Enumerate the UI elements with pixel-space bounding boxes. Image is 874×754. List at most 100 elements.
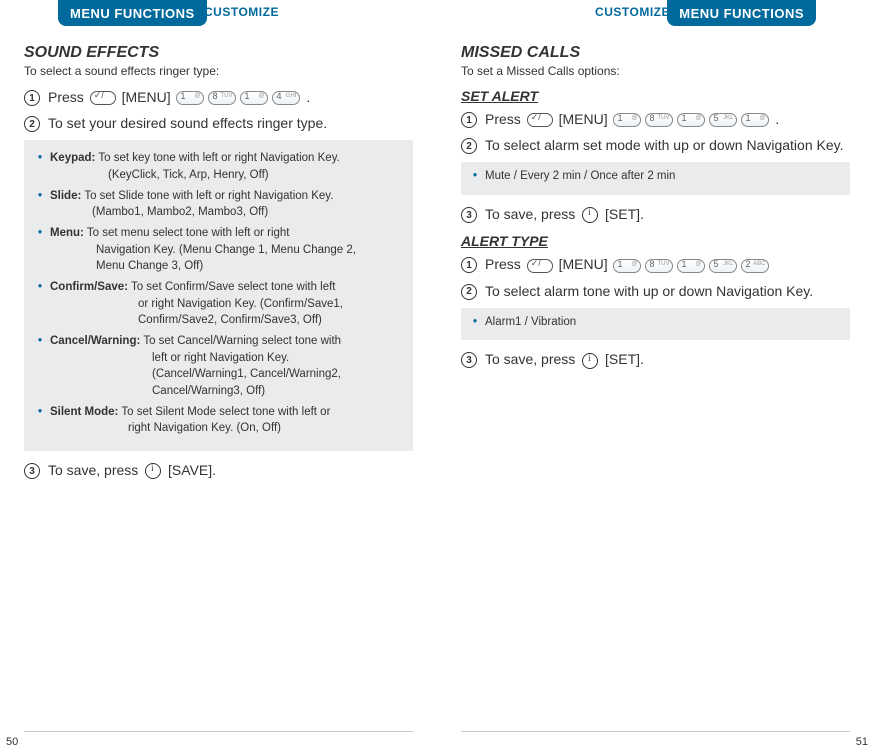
digit-key-icon: 8TUV — [645, 259, 673, 273]
options-box: Keypad: To set key tone with left or rig… — [24, 140, 413, 451]
option-text: To set Cancel/Warning select tone with — [143, 335, 341, 347]
ok-key-icon — [582, 207, 598, 223]
step-number-icon: 1 — [24, 90, 40, 106]
step-number-icon: 3 — [461, 352, 477, 368]
label: [MENU] — [559, 111, 608, 127]
step-text: To set your desired sound effects ringer… — [48, 114, 327, 132]
option-text: left or right Navigation Key. — [50, 350, 401, 367]
subsection-set-alert: SET ALERT — [461, 88, 850, 104]
option-text: To set Silent Mode select tone with left… — [121, 406, 330, 418]
option-text: To set menu select tone with left or rig… — [87, 227, 290, 239]
label: Press — [485, 111, 521, 127]
step-text: To save, press [SAVE]. — [48, 461, 216, 479]
step-number-icon: 3 — [24, 463, 40, 479]
digit-key-icon: 1@ — [741, 113, 769, 127]
step-text: Press [MENU] 1@8TUV1@5JKL1@ . — [485, 110, 779, 128]
steps-list-cont: 3 To save, press [SET]. — [461, 350, 850, 368]
steps-list-cont: 3 To save, press [SAVE]. — [24, 461, 413, 479]
step-number-icon: 3 — [461, 207, 477, 223]
steps-list: 1 Press [MENU] 1@ 8TUV 1@ 4GHI . 2 To set y… — [24, 88, 413, 132]
option-text: (Cancel/Warning1, Cancel/Warning2, — [50, 366, 401, 383]
page-number: 50 — [6, 736, 18, 748]
subsection-alert-type: ALERT TYPE — [461, 233, 850, 249]
digit-key-icon: 2ABC — [741, 259, 769, 273]
label: To save, press — [485, 206, 579, 222]
option-text: To set Confirm/Save select tone with lef… — [131, 281, 336, 293]
step-number-icon: 1 — [461, 112, 477, 128]
options-box: Mute / Every 2 min / Once after 2 min — [461, 162, 850, 195]
digit-key-icon: 1@ — [613, 113, 641, 127]
option-text: or right Navigation Key. (Confirm/Save1, — [50, 296, 401, 313]
step-text: Press [MENU] 1@ 8TUV 1@ 4GHI . — [48, 88, 310, 106]
digit-key-icon: 8TUV — [645, 113, 673, 127]
option-text: (KeyClick, Tick, Arp, Henry, Off) — [50, 167, 401, 184]
step-text: Press [MENU] 1@8TUV1@5JKL2ABC — [485, 255, 771, 273]
step-text: To save, press [SET]. — [485, 205, 644, 223]
option-text: Alarm1 / Vibration — [485, 316, 576, 328]
label: [MENU] — [122, 89, 171, 105]
option-text: To set Slide tone with left or right Nav… — [84, 190, 333, 202]
option-slide: Slide: To set Slide tone with left or ri… — [38, 188, 401, 221]
steps-list: 1 Press [MENU] 1@8TUV1@5JKL1@ . 2 To sel… — [461, 110, 850, 154]
send-key-icon — [90, 91, 116, 105]
step-3: 3 To save, press [SET]. — [461, 205, 850, 223]
step-text: To select alarm set mode with up or down… — [485, 136, 843, 154]
option-confirm-save: Confirm/Save: To set Confirm/Save select… — [38, 279, 401, 329]
header-tabs: MENU FUNCTIONS CUSTOMIZE — [461, 0, 850, 28]
section-heading-missed-calls: MISSED CALLS — [461, 44, 850, 62]
page-number: 51 — [856, 736, 868, 748]
steps-list-cont: 3 To save, press [SET]. — [461, 205, 850, 223]
option-keypad: Keypad: To set key tone with left or rig… — [38, 150, 401, 183]
step-3: 3 To save, press [SET]. — [461, 350, 850, 368]
footer-divider — [24, 731, 413, 732]
options-box: Alarm1 / Vibration — [461, 308, 850, 341]
label: To save, press — [485, 351, 579, 367]
option-menu: Menu: To set menu select tone with left … — [38, 225, 401, 275]
digit-key-icon: 8TUV — [208, 91, 236, 105]
option-key: Slide: — [50, 190, 81, 202]
step-2: 2 To set your desired sound effects ring… — [24, 114, 413, 132]
step-2: 2 To select alarm set mode with up or do… — [461, 136, 850, 154]
page-51: MENU FUNCTIONS CUSTOMIZE MISSED CALLS To… — [437, 0, 874, 754]
digit-key-icon: 1@ — [677, 113, 705, 127]
send-key-icon — [527, 259, 553, 273]
option-key: Confirm/Save: — [50, 281, 128, 293]
page-50: MENU FUNCTIONS CUSTOMIZE SOUND EFFECTS T… — [0, 0, 437, 754]
digit-key-icon: 1@ — [240, 91, 268, 105]
option-text: Cancel/Warning3, Off) — [50, 383, 401, 400]
ok-key-icon — [145, 463, 161, 479]
step-1: 1 Press [MENU] 1@8TUV1@5JKL1@ . — [461, 110, 850, 128]
label: [MENU] — [559, 256, 608, 272]
tab-customize: CUSTOMIZE — [595, 0, 670, 24]
digit-key-icon: 1@ — [613, 259, 641, 273]
step-number-icon: 2 — [461, 138, 477, 154]
step-2: 2 To select alarm tone with up or down N… — [461, 282, 850, 300]
step-1: 1 Press [MENU] 1@ 8TUV 1@ 4GHI . — [24, 88, 413, 106]
section-heading-sound-effects: SOUND EFFECTS — [24, 44, 413, 62]
label: Press — [485, 256, 521, 272]
header-tabs: MENU FUNCTIONS CUSTOMIZE — [24, 0, 413, 28]
step-text: To save, press [SET]. — [485, 350, 644, 368]
digit-key-icon: 1@ — [176, 91, 204, 105]
label: . — [306, 89, 310, 105]
digit-key-icon: 1@ — [677, 259, 705, 273]
option-key: Keypad: — [50, 152, 95, 164]
option-text: Menu Change 3, Off) — [50, 258, 401, 275]
label: [SET]. — [605, 351, 644, 367]
section-subtext: To set a Missed Calls options: — [461, 64, 850, 78]
option-text: Confirm/Save2, Confirm/Save3, Off) — [50, 312, 401, 329]
label: [SAVE]. — [168, 462, 216, 478]
tab-customize: CUSTOMIZE — [204, 0, 279, 24]
step-3: 3 To save, press [SAVE]. — [24, 461, 413, 479]
option-item: Mute / Every 2 min / Once after 2 min — [473, 168, 838, 185]
option-silent-mode: Silent Mode: To set Silent Mode select t… — [38, 404, 401, 437]
tab-menu-functions: MENU FUNCTIONS — [667, 0, 816, 26]
option-text: Navigation Key. (Menu Change 1, Menu Cha… — [50, 242, 401, 259]
step-number-icon: 2 — [461, 284, 477, 300]
digit-key-icon: 4GHI — [272, 91, 300, 105]
tab-menu-functions: MENU FUNCTIONS — [58, 0, 207, 26]
option-item: Alarm1 / Vibration — [473, 314, 838, 331]
step-number-icon: 1 — [461, 257, 477, 273]
send-key-icon — [527, 113, 553, 127]
label: Press — [48, 89, 84, 105]
